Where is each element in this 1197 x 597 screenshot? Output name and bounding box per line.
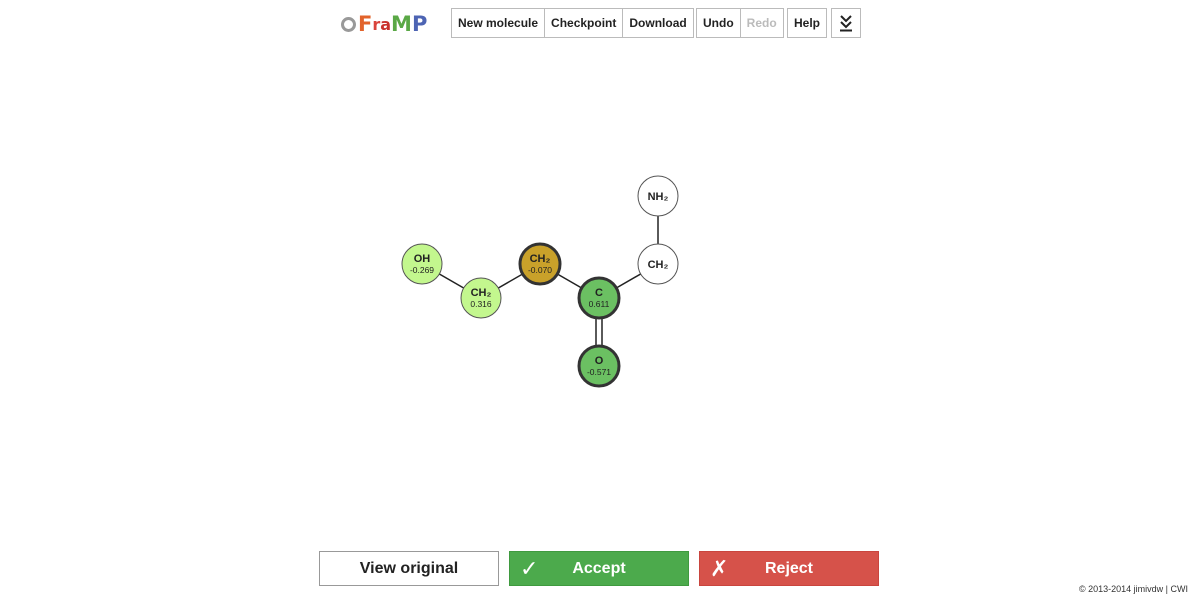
atom-charge: -0.070 <box>528 265 552 275</box>
accept-label: Accept <box>572 559 626 577</box>
atom-label: NH₂ <box>648 191 669 203</box>
atom-label: O <box>595 355 604 367</box>
atom-1[interactable]: CH₂0.316 <box>460 277 502 319</box>
atom-6[interactable]: NH₂ <box>637 175 679 217</box>
atom-label: C <box>595 287 603 299</box>
atom-label: CH₂ <box>530 253 551 265</box>
atom-4[interactable]: O-0.571 <box>577 344 621 388</box>
atom-5[interactable]: CH₂ <box>637 243 679 285</box>
atom-charge: 0.611 <box>589 299 610 309</box>
atom-3[interactable]: C0.611 <box>577 276 621 320</box>
reject-label: Reject <box>764 559 814 577</box>
atom-0[interactable]: OH-0.269 <box>401 243 443 285</box>
accept-button[interactable]: ✓ Accept <box>509 551 689 586</box>
checkmark-icon: ✓ <box>520 556 539 581</box>
atom-charge: -0.269 <box>410 265 434 275</box>
view-original-button[interactable]: View original <box>319 551 499 586</box>
molecule-canvas[interactable]: OH-0.269CH₂0.316CH₂-0.070C0.611O-0.571CH… <box>0 0 1197 540</box>
reject-button[interactable]: ✗ Reject <box>699 551 879 586</box>
copyright-footer: © 2013-2014 jimivdw | CWI <box>1078 584 1188 594</box>
atom-2[interactable]: CH₂-0.070 <box>518 242 562 286</box>
atom-label: OH <box>414 253 431 265</box>
cross-icon: ✗ <box>710 556 729 581</box>
atom-label: CH₂ <box>471 287 492 299</box>
view-original-label: View original <box>359 559 459 577</box>
atom-layer: OH-0.269CH₂0.316CH₂-0.070C0.611O-0.571CH… <box>401 175 679 388</box>
atom-charge: 0.316 <box>470 299 492 309</box>
atom-label: CH₂ <box>648 259 669 271</box>
atom-charge: -0.571 <box>587 367 611 377</box>
